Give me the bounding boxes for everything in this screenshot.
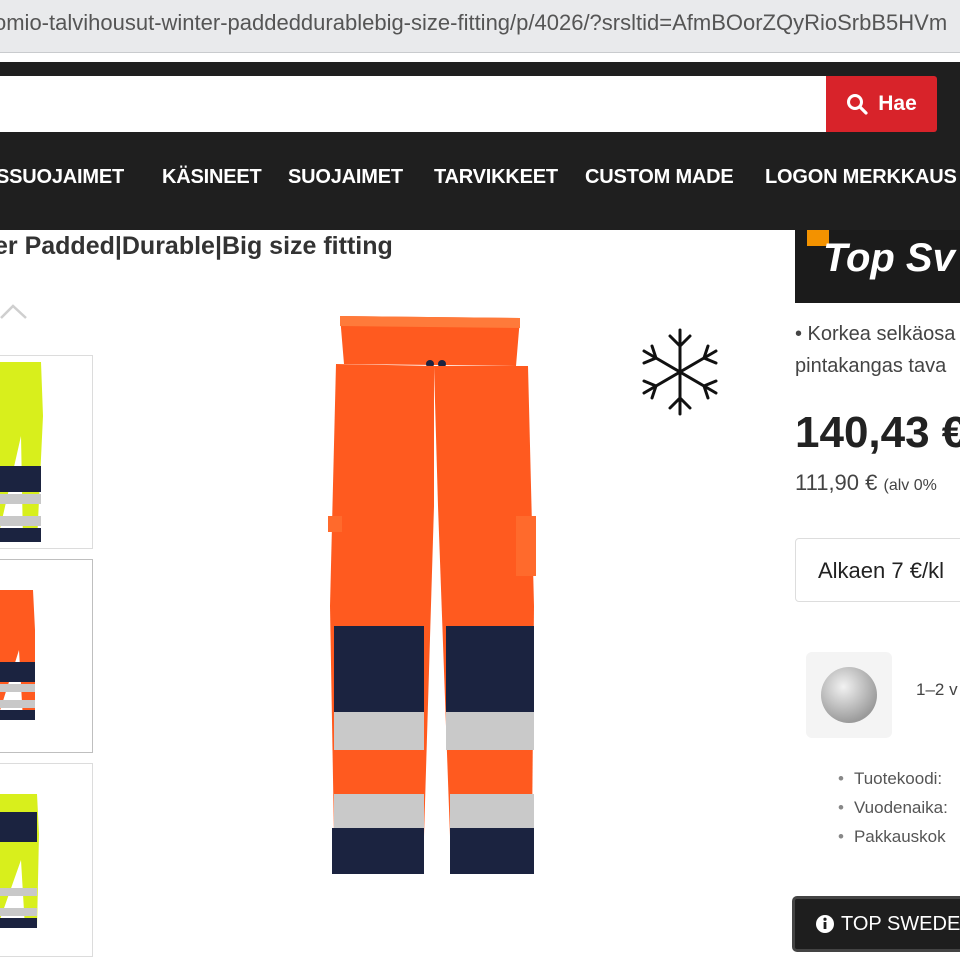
- product-short-description: • Korkea selkäosa pintakangas tava: [795, 318, 955, 382]
- gallery-up-button[interactable]: [0, 302, 28, 325]
- url-text[interactable]: omio-talvihousut-winter-paddeddurablebig…: [0, 10, 947, 36]
- brand-logo-text: Top Sv: [823, 236, 955, 280]
- search-input[interactable]: [0, 76, 826, 132]
- main-product-image: [328, 316, 536, 874]
- color-swatch[interactable]: [806, 652, 892, 738]
- main-navigation: SSUOJAIMET KÄSINEET SUOJAIMET TARVIKKEET…: [0, 158, 960, 202]
- info-icon: [816, 915, 834, 933]
- shipping-text: Alkaen 7 €/kl: [818, 558, 944, 583]
- nav-item-logon-merkkaus[interactable]: LOGON MERKKAUS: [765, 166, 957, 189]
- pants-thumbnail-image: [0, 590, 35, 720]
- thumbnail-orange-pants[interactable]: [0, 559, 93, 753]
- shipping-info-box: Alkaen 7 €/kl: [795, 538, 960, 602]
- brand-info-button[interactable]: TOP SWEDE: [792, 896, 960, 952]
- delivery-time: 1–2 v: [916, 680, 958, 699]
- spec-item: Pakkauskok: [838, 822, 948, 851]
- nav-item-tarvikkeet[interactable]: TARVIKKEET: [434, 166, 558, 189]
- thumbnail-yellow-pants[interactable]: [0, 355, 93, 549]
- product-specs-list: Tuotekoodi: Vuodenaika: Pakkauskok: [838, 764, 948, 851]
- vat-note: (alv 0%: [883, 477, 937, 494]
- pants-thumbnail-image: [0, 362, 43, 542]
- spec-item: Tuotekoodi:: [838, 764, 948, 793]
- nav-item-custom-made[interactable]: CUSTOM MADE: [585, 166, 734, 189]
- snowflake-icon: [642, 328, 718, 416]
- search-button-label: Hae: [878, 92, 917, 115]
- product-price: 140,43 €: [795, 408, 960, 457]
- nav-item-suojaimet-partial[interactable]: SSUOJAIMET: [0, 166, 124, 189]
- chevron-up-icon: [0, 304, 27, 319]
- brand-logo[interactable]: Top Sv: [795, 230, 960, 303]
- nav-item-kasineet[interactable]: KÄSINEET: [162, 166, 262, 189]
- search-button[interactable]: Hae: [826, 76, 937, 132]
- thumbnail-yellow-navy-pants[interactable]: [0, 763, 93, 957]
- spec-item: Vuodenaika:: [838, 793, 948, 822]
- product-title: er Padded|Durable|Big size fitting: [0, 232, 393, 260]
- nav-item-suojaimet[interactable]: SUOJAIMET: [288, 166, 403, 189]
- browser-address-bar[interactable]: omio-talvihousut-winter-paddeddurablebig…: [0, 0, 960, 53]
- search-icon: [847, 94, 868, 115]
- pants-thumbnail-image: [0, 794, 39, 928]
- description-line: pintakangas tava: [795, 355, 947, 377]
- price-excluding-vat: 111,90 € (alv 0%: [795, 470, 937, 496]
- price-ex-vat-value: 111,90 €: [795, 470, 878, 495]
- color-swatch-icon: [821, 667, 877, 723]
- description-line: • Korkea selkäosa: [795, 323, 956, 345]
- brand-info-button-label: TOP SWEDE: [841, 912, 960, 935]
